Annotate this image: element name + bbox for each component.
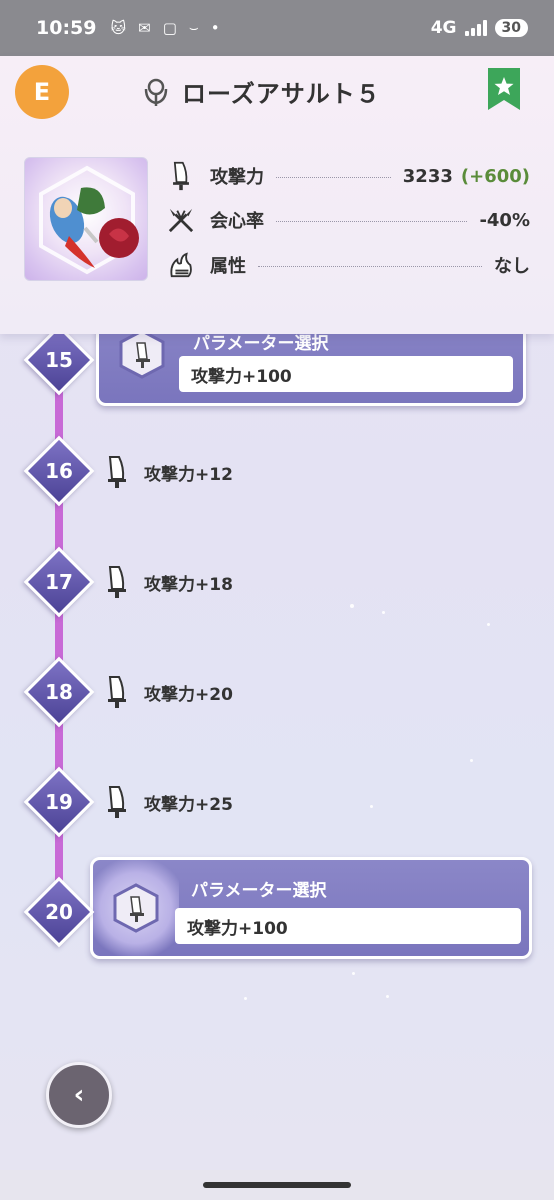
- sword-icon: [108, 786, 126, 818]
- card-value: 攻撃力+100: [175, 908, 521, 944]
- parameter-select-card-20[interactable]: パラメーター選択 攻撃力+100: [90, 857, 532, 959]
- stat-value: 3233: [402, 165, 453, 187]
- sparkle: [370, 805, 373, 808]
- status-bar: 10:59 🐱︎ ✉ ▢ ⌣ • 4G 30: [0, 0, 554, 56]
- favorite-bookmark-icon[interactable]: [488, 68, 520, 110]
- list-item: 攻撃力+20: [104, 675, 233, 709]
- stat-value: なし: [494, 256, 530, 277]
- stat-critical-rate: 会心率 -40%: [168, 200, 530, 240]
- stat-label: 属性: [210, 256, 246, 277]
- stat-label: 会心率: [210, 211, 264, 232]
- hex-sword-icon: [119, 329, 165, 379]
- list-item: 攻撃力+25: [104, 785, 233, 819]
- system-nav-bar: [0, 1170, 554, 1200]
- stat-value: -40%: [479, 209, 530, 231]
- network-type: 4G: [430, 18, 457, 38]
- level-number: 18: [45, 680, 73, 704]
- rose-weapon-illustration: [39, 165, 139, 275]
- weapon-image: [24, 157, 148, 281]
- sparkle: [382, 611, 385, 614]
- signal-icon: [464, 20, 487, 36]
- home-gesture-pill[interactable]: [203, 1182, 351, 1188]
- sparkle: [386, 995, 389, 998]
- battery-icon: 30: [494, 19, 528, 37]
- item-text: 攻撃力+25: [144, 794, 233, 815]
- level-number: 17: [45, 570, 73, 594]
- dotted-leader: [276, 220, 468, 222]
- sparkle: [352, 972, 355, 975]
- item-text: 攻撃力+20: [144, 684, 233, 705]
- page-title: ローズアサルト５: [182, 80, 381, 108]
- timeline-line: [55, 300, 63, 940]
- stat-element: 属性 なし: [168, 245, 530, 285]
- list-item: 攻撃力+12: [104, 455, 233, 489]
- level-number: 16: [45, 459, 73, 483]
- sword-icon: [168, 161, 194, 191]
- chevron-left-icon: ‹: [73, 1080, 85, 1110]
- sparkle: [244, 997, 247, 1000]
- sword-icon: [108, 456, 126, 488]
- dotted-leader: [276, 176, 391, 178]
- stat-attack: 攻撃力 3233 (+600): [168, 156, 530, 196]
- crossed-swords-icon: [168, 205, 194, 235]
- sparkle: [350, 604, 354, 608]
- level-number: 15: [45, 348, 73, 372]
- title-wrap: ローズアサルト５: [142, 74, 381, 109]
- card-title: パラメーター選択: [191, 881, 327, 901]
- sparkle: [470, 759, 473, 762]
- card-value: 攻撃力+100: [179, 356, 513, 392]
- level-number: 20: [45, 900, 73, 924]
- mail-icon: ✉: [138, 19, 151, 37]
- cat-icon: 🐱︎: [110, 19, 127, 37]
- back-button[interactable]: ‹: [46, 1062, 112, 1128]
- notification-icons: 🐱︎ ✉ ▢ ⌣ •: [110, 19, 219, 37]
- sword-icon: [108, 566, 126, 598]
- sparkle: [487, 623, 490, 626]
- dotted-leader: [258, 265, 482, 267]
- flame-blade-icon: [168, 250, 194, 280]
- list-item: 攻撃力+18: [104, 565, 233, 599]
- weapon-type-icon: [144, 78, 168, 106]
- hex-sword-icon: [113, 883, 159, 933]
- level-number: 19: [45, 790, 73, 814]
- status-time: 10:59: [36, 17, 97, 39]
- stat-bonus: (+600): [460, 165, 530, 187]
- weapon-header: E ローズアサルト５ 攻撃力 3233 (+600) 会心率 -40% 属性 な…: [0, 56, 554, 334]
- bag-icon: ▢: [162, 19, 177, 37]
- stat-label: 攻撃力: [210, 167, 264, 188]
- smile-icon: ⌣: [188, 19, 199, 37]
- sword-icon: [108, 676, 126, 708]
- item-text: 攻撃力+12: [144, 464, 233, 485]
- dot-icon: •: [210, 19, 220, 37]
- grade-badge: E: [15, 65, 69, 119]
- item-text: 攻撃力+18: [144, 574, 233, 595]
